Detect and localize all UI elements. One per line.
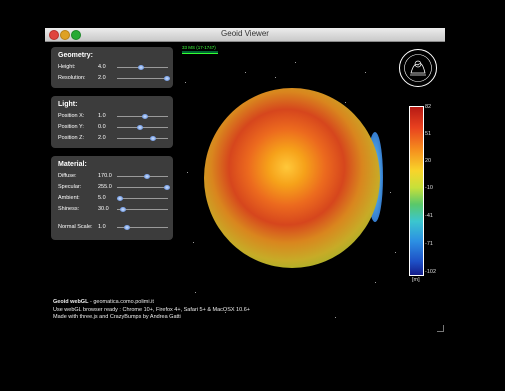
material-panel: Material: Diffuse: 170.0 Specular: 255.0…	[51, 156, 173, 240]
specular-control[interactable]: Specular: 255.0	[58, 183, 170, 192]
position-z-slider[interactable]	[117, 136, 168, 141]
diffuse-slider[interactable]	[117, 174, 168, 179]
title-bar[interactable]: Geoid Viewer	[45, 28, 445, 42]
colorbar-tick: 51	[425, 131, 432, 137]
fps-stats: 33 MS (17-1747)	[182, 45, 216, 50]
position-x-slider[interactable]	[117, 114, 168, 119]
star	[187, 172, 188, 173]
light-title: Light:	[58, 101, 78, 108]
star	[275, 77, 276, 78]
star	[185, 82, 186, 83]
specular-slider[interactable]	[117, 185, 170, 190]
normal-scale-slider-knob[interactable]	[124, 225, 131, 230]
window-title: Geoid Viewer	[221, 29, 269, 38]
resize-grip[interactable]	[437, 325, 444, 332]
shiness-control[interactable]: Shiness: 30.0	[58, 205, 170, 214]
app-name: Geoid webGL	[53, 299, 89, 305]
star	[295, 62, 296, 63]
material-title: Material:	[58, 161, 87, 168]
shiness-label: Shiness:	[58, 206, 80, 212]
resolution-control[interactable]: Resolution: 2.0	[58, 74, 170, 83]
star	[245, 72, 246, 73]
resolution-label: Resolution:	[58, 75, 86, 81]
star	[193, 242, 194, 243]
color-scale-bar	[409, 106, 424, 276]
position-y-slider-knob[interactable]	[136, 125, 143, 130]
ambient-slider[interactable]	[116, 196, 168, 201]
specular-label: Specular:	[58, 184, 82, 190]
star	[195, 292, 196, 293]
position-y-control[interactable]: Position Y: 0.0	[58, 123, 170, 132]
politecnico-logo	[399, 49, 437, 87]
star	[335, 317, 336, 318]
star	[390, 192, 391, 193]
colorbar-tick: 20	[425, 158, 432, 164]
colorbar-tick: 82	[425, 104, 432, 110]
geometry-title: Geometry:	[58, 52, 94, 59]
shiness-slider-knob[interactable]	[120, 207, 127, 212]
position-y-slider[interactable]	[117, 125, 168, 130]
colorbar-tick: -102	[425, 269, 437, 275]
normal-scale-control[interactable]: Normal Scale: 1.0	[58, 223, 170, 232]
ambient-slider-knob[interactable]	[116, 196, 123, 201]
browser-note: Use webGL browser ready : Chrome 10+, Fi…	[53, 306, 250, 313]
specular-slider-knob[interactable]	[163, 185, 170, 190]
star	[395, 252, 396, 253]
position-z-label: Position Z:	[58, 135, 84, 141]
height-slider-knob[interactable]	[138, 65, 145, 70]
position-x-label: Position X:	[58, 113, 85, 119]
shiness-slider[interactable]	[117, 207, 168, 212]
specular-value: 255.0	[98, 184, 112, 190]
colorbar-tick: -71	[425, 241, 433, 247]
position-z-slider-knob[interactable]	[149, 136, 156, 141]
height-value: 4.0	[98, 64, 106, 70]
height-control[interactable]: Height: 4.0	[58, 63, 170, 72]
resolution-slider[interactable]	[117, 76, 170, 81]
diffuse-value: 170.0	[98, 173, 112, 179]
normal-scale-label: Normal Scale:	[58, 224, 93, 230]
diffuse-control[interactable]: Diffuse: 170.0	[58, 172, 170, 181]
position-x-value: 1.0	[98, 113, 106, 119]
position-y-value: 0.0	[98, 124, 106, 130]
position-z-control[interactable]: Position Z: 2.0	[58, 134, 170, 143]
star	[365, 72, 366, 73]
height-slider[interactable]	[117, 65, 168, 70]
made-with-note: Made with three.js and CrazyBumps by And…	[53, 314, 181, 320]
ambient-control[interactable]: Ambient: 5.0	[58, 194, 170, 203]
geometry-panel: Geometry: Height: 4.0 Resolution: 2.0	[51, 47, 173, 88]
height-label: Height:	[58, 64, 76, 70]
colorbar-tick: -41	[425, 213, 433, 219]
credits: Geoid webGL - geomatica.como.polimi.it U…	[53, 299, 250, 322]
shiness-value: 30.0	[98, 206, 109, 212]
ambient-value: 5.0	[98, 195, 106, 201]
position-y-label: Position Y:	[58, 124, 84, 130]
diffuse-label: Diffuse:	[58, 173, 77, 179]
colorbar-tick: -10	[425, 185, 433, 191]
position-z-value: 2.0	[98, 135, 106, 141]
resolution-value: 2.0	[98, 75, 106, 81]
position-x-slider-knob[interactable]	[142, 114, 149, 119]
star	[375, 282, 376, 283]
geoid-globe[interactable]	[204, 88, 380, 268]
star	[345, 102, 346, 103]
app-window: Geoid Viewer 33 MS (17-1747) Geometry: H…	[45, 28, 445, 333]
normal-scale-value: 1.0	[98, 224, 106, 230]
ambient-label: Ambient:	[58, 195, 80, 201]
colorbar-unit: [m]	[412, 277, 420, 283]
normal-scale-slider[interactable]	[117, 225, 168, 230]
webgl-canvas[interactable]: 33 MS (17-1747) Geometry: Height: 4.0 Re…	[45, 42, 445, 333]
resolution-slider-knob[interactable]	[163, 76, 170, 81]
diffuse-slider-knob[interactable]	[143, 174, 150, 179]
light-panel: Light: Position X: 1.0 Position Y: 0.0 P…	[51, 96, 173, 148]
position-x-control[interactable]: Position X: 1.0	[58, 112, 170, 121]
fps-graph	[182, 51, 218, 54]
site-link[interactable]: - geomatica.como.polimi.it	[88, 299, 154, 305]
